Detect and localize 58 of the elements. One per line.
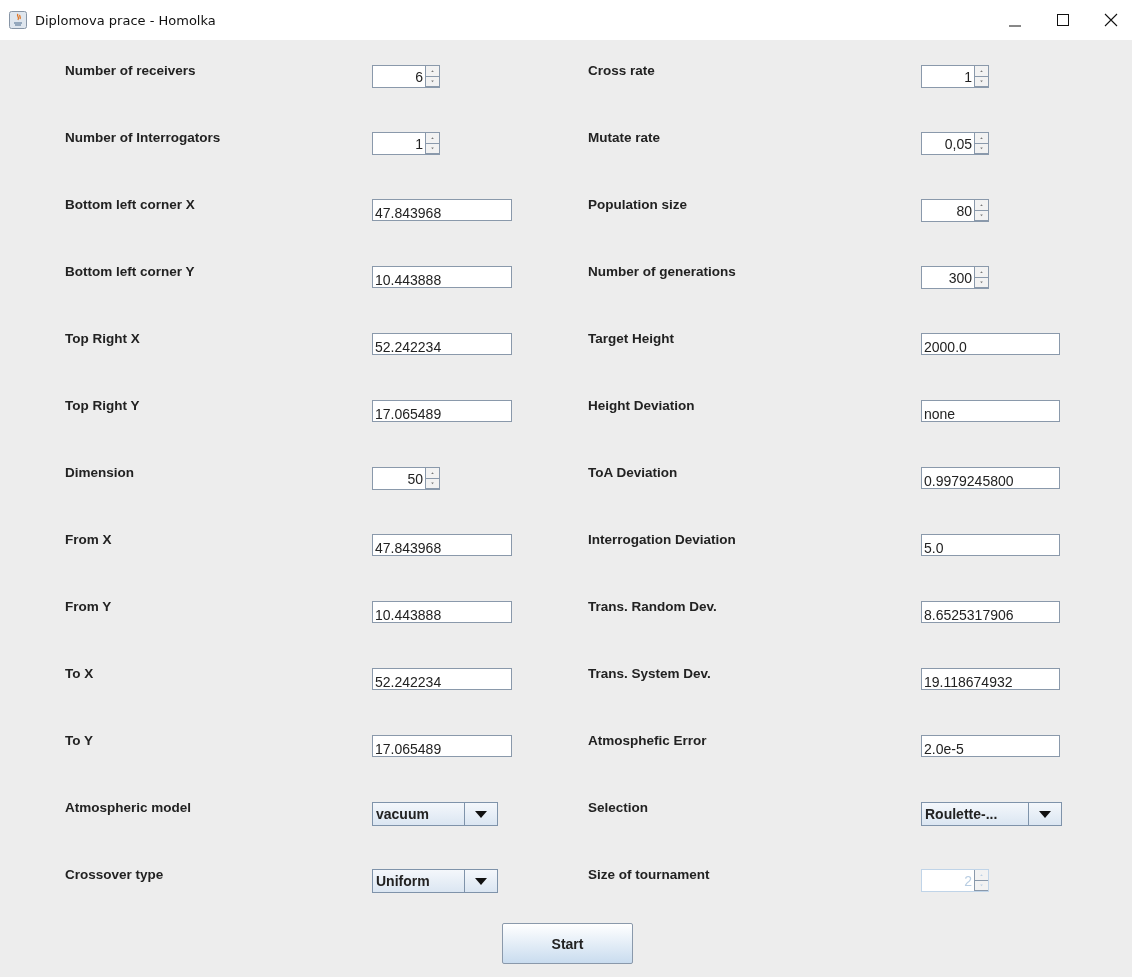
text-field[interactable]: 0.9979245800 (921, 467, 1060, 489)
field-label: Atmospheric model (65, 799, 193, 815)
field-label: Size of tournament (588, 866, 711, 882)
text-field[interactable]: 2.0e-5 (921, 735, 1060, 757)
field-label: Dimension (65, 464, 135, 480)
field-label: Selection (588, 799, 650, 815)
text-field[interactable]: 52.242234 (372, 333, 512, 355)
text-field[interactable]: 10.443888 (372, 601, 512, 623)
caret-icon (1039, 810, 1051, 818)
field-label: Trans. Random Dev. (588, 598, 718, 614)
text-field[interactable]: 19.118674932 (921, 668, 1060, 690)
field-label: Target Height (588, 330, 675, 346)
dropdown[interactable]: Roulette-... (921, 802, 1062, 826)
field-label: Number of Interrogators (65, 129, 222, 145)
number-spinner[interactable]: 300 (921, 266, 989, 289)
field-label: Mutate rate (588, 129, 661, 145)
field-label: Bottom left corner Y (65, 263, 196, 279)
field-label: From X (65, 531, 113, 547)
window-title: Diplomova prace - Homolka (35, 12, 216, 28)
caret-icon (475, 877, 487, 885)
field-label: Top Right Y (65, 397, 141, 413)
caret-icon (475, 810, 487, 818)
text-field[interactable]: 17.065489 (372, 735, 512, 757)
text-field[interactable]: 17.065489 (372, 400, 512, 422)
text-field[interactable]: none (921, 400, 1060, 422)
field-label: Crossover type (65, 866, 165, 882)
text-field[interactable]: 2000.0 (921, 333, 1060, 355)
start-button[interactable]: Start (502, 923, 633, 964)
text-field[interactable]: 8.6525317906 (921, 601, 1060, 623)
field-label: Cross rate (588, 62, 656, 78)
dropdown[interactable]: vacuum (372, 802, 498, 826)
number-spinner[interactable]: 6 (372, 65, 440, 88)
field-label: Atmosphefic Error (588, 732, 708, 748)
field-label: Number of receivers (65, 62, 197, 78)
close-icon[interactable] (1104, 13, 1118, 27)
field-label: Bottom left corner X (65, 196, 196, 212)
field-label: From Y (65, 598, 113, 614)
number-spinner[interactable]: 1 (921, 65, 989, 88)
field-label: Height Deviation (588, 397, 696, 413)
field-label: Population size (588, 196, 688, 212)
maximize-icon[interactable] (1056, 13, 1070, 27)
dropdown[interactable]: Uniform (372, 869, 498, 893)
field-label: To Y (65, 732, 94, 748)
field-label: To X (65, 665, 95, 681)
field-label: Interrogation Deviation (588, 531, 737, 547)
text-field[interactable]: 47.843968 (372, 534, 512, 556)
field-label: Top Right X (65, 330, 141, 346)
field-label: Number of generations (588, 263, 737, 279)
number-spinner[interactable]: 1 (372, 132, 440, 155)
field-label: ToA Deviation (588, 464, 679, 480)
number-spinner[interactable]: 0,05 (921, 132, 989, 155)
field-label: Trans. System Dev. (588, 665, 712, 681)
text-field[interactable]: 47.843968 (372, 199, 512, 221)
text-field[interactable]: 10.443888 (372, 266, 512, 288)
number-spinner[interactable]: 80 (921, 199, 989, 222)
text-field[interactable]: 52.242234 (372, 668, 512, 690)
text-field[interactable]: 5.0 (921, 534, 1060, 556)
number-spinner[interactable]: 50 (372, 467, 440, 490)
